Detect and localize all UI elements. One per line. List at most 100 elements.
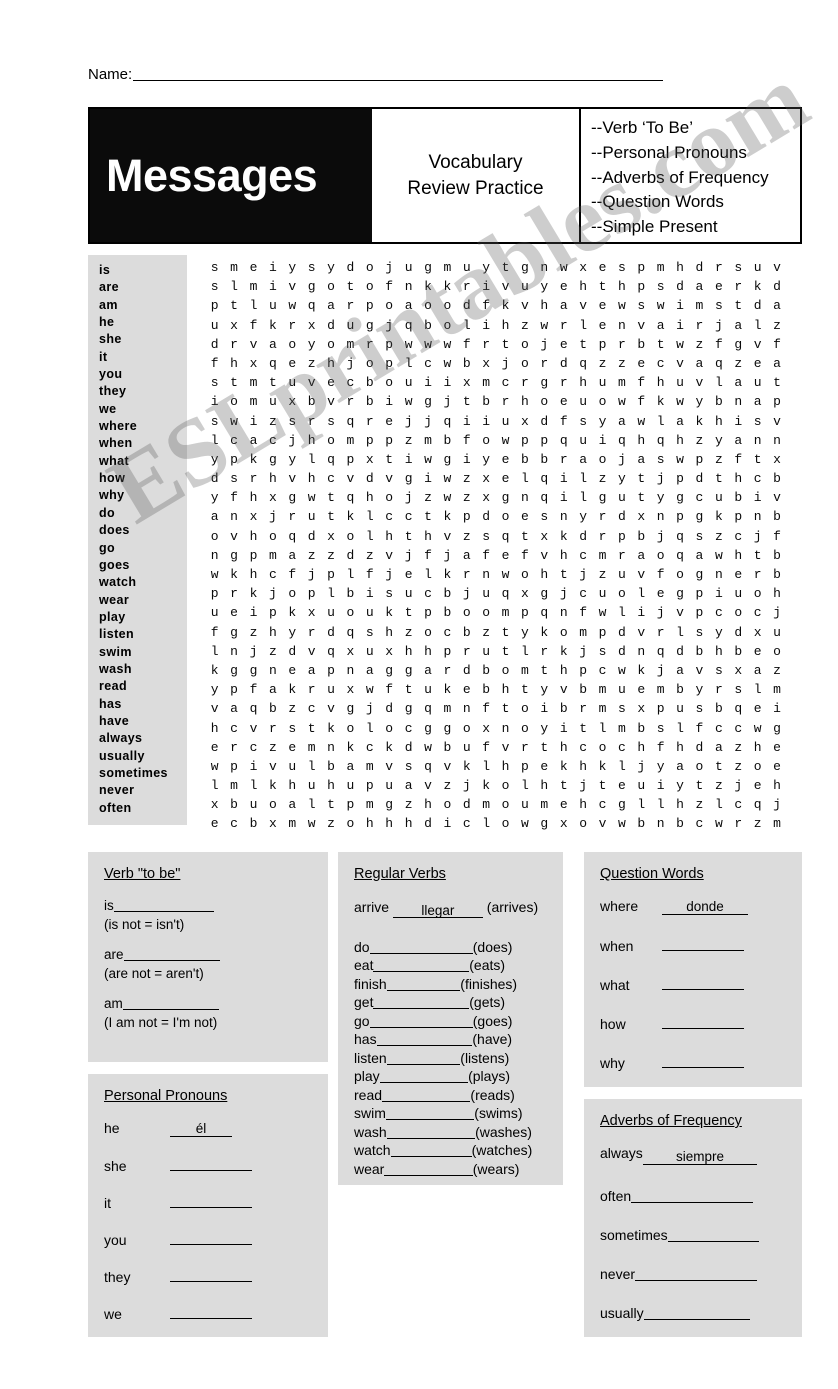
grid-letter: z — [695, 432, 704, 448]
grid-letter: j — [346, 355, 355, 371]
answer-blank[interactable] — [662, 938, 744, 951]
grid-letter: u — [268, 298, 277, 314]
grid-letter: m — [249, 279, 258, 295]
word-search-row: drvaoyomrpwwwfrtojetprbtwzfgvf — [205, 335, 805, 354]
grid-letter: s — [404, 758, 413, 774]
grid-letter: w — [424, 739, 432, 755]
personal-pronouns-entries: he él she it you they we — [104, 1120, 312, 1322]
answer-blank[interactable] — [170, 1306, 252, 1319]
personal-pronoun-row: she — [104, 1158, 312, 1174]
grid-letter: g — [424, 260, 432, 275]
answer-blank[interactable] — [113, 899, 214, 912]
grid-letter: c — [230, 432, 238, 448]
regular-verb-third-person: (swims) — [474, 1105, 523, 1122]
grid-letter: y — [656, 758, 665, 774]
answer-blank[interactable] — [385, 1107, 475, 1121]
grid-letter: b — [482, 682, 491, 698]
answer-blank[interactable] — [662, 977, 744, 990]
answer-blank[interactable] — [662, 1055, 744, 1068]
grid-letter: x — [579, 260, 588, 275]
answer-filled[interactable]: donde — [662, 899, 748, 915]
grid-letter: v — [288, 471, 297, 487]
grid-letter: n — [637, 643, 646, 659]
grid-letter: m — [521, 662, 529, 678]
answer-blank[interactable] — [369, 1015, 473, 1028]
answer-blank[interactable] — [373, 996, 470, 1010]
grid-letter: z — [327, 547, 335, 563]
grid-letter: c — [617, 739, 626, 755]
grid-letter: g — [424, 394, 432, 410]
grid-letter: p — [385, 355, 394, 371]
answer-blank[interactable] — [123, 948, 220, 962]
answer-blank[interactable] — [369, 941, 473, 954]
grid-letter: p — [521, 432, 529, 448]
grid-letter: b — [559, 701, 568, 717]
answer-blank[interactable] — [384, 1163, 473, 1176]
answer-blank[interactable] — [631, 1190, 754, 1203]
grid-letter: u — [598, 586, 607, 602]
regular-verb-row: go (goes) — [354, 1012, 547, 1030]
answer-filled[interactable]: siempre — [642, 1149, 758, 1165]
answer-blank[interactable] — [376, 1033, 473, 1047]
word-search-row: ptluwqarpoaoodfkvhavewswimstda — [205, 296, 805, 315]
answer-blank[interactable] — [170, 1232, 252, 1245]
answer-blank[interactable] — [667, 1229, 760, 1242]
grid-letter: g — [598, 490, 607, 506]
word-bank-item: sometimes — [99, 765, 168, 780]
grid-letter: j — [579, 643, 588, 659]
answer-blank[interactable] — [386, 1126, 476, 1139]
grid-letter: x — [288, 394, 297, 410]
verb-to-be-note: (is not = isn't) — [104, 916, 185, 932]
grid-letter: w — [443, 355, 452, 371]
answer-blank[interactable] — [386, 978, 461, 991]
grid-letter: f — [210, 624, 219, 640]
grid-letter: n — [462, 701, 471, 717]
answer-blank[interactable] — [662, 1016, 744, 1029]
grid-letter: f — [462, 432, 471, 448]
grid-letter: v — [559, 682, 568, 698]
grid-letter: b — [443, 586, 452, 602]
answer-blank[interactable] — [122, 997, 219, 1011]
grid-letter: p — [598, 624, 607, 640]
grid-letter: p — [443, 643, 452, 659]
answer-blank[interactable] — [635, 1268, 758, 1281]
grid-letter: s — [637, 298, 646, 314]
grid-letter: b — [462, 624, 471, 640]
answer-blank[interactable] — [386, 1052, 461, 1065]
grid-letter: t — [540, 739, 549, 755]
answer-blank[interactable] — [379, 1070, 469, 1084]
grid-letter: c — [695, 816, 704, 832]
answer-filled[interactable]: llegar — [392, 902, 483, 918]
grid-letter: t — [404, 682, 413, 698]
grid-letter: v — [443, 758, 452, 774]
grid-letter: e — [230, 605, 238, 621]
name-field[interactable]: Name: — [88, 66, 664, 83]
grid-letter: o — [346, 720, 355, 736]
answer-blank[interactable] — [390, 1144, 472, 1158]
grid-letter: u — [346, 778, 355, 794]
grid-letter: a — [676, 758, 684, 774]
name-blank-line[interactable] — [133, 68, 664, 81]
grid-letter: i — [424, 375, 432, 391]
answer-blank[interactable] — [382, 1089, 471, 1102]
grid-letter: v — [598, 816, 607, 832]
grid-letter: f — [385, 279, 394, 295]
answer-filled[interactable]: él — [170, 1121, 232, 1137]
grid-letter: w — [404, 336, 413, 352]
answer-blank[interactable] — [643, 1307, 751, 1320]
grid-letter: f — [385, 682, 394, 698]
grid-letter: b — [734, 490, 743, 506]
grid-letter: j — [773, 797, 781, 813]
answer-blank[interactable] — [170, 1158, 252, 1171]
regular-verb-word: watch — [354, 1142, 391, 1159]
word-bank-item: where — [99, 419, 138, 434]
answer-blank[interactable] — [373, 959, 470, 973]
question-word-row: how — [600, 1016, 786, 1032]
grid-letter: m — [482, 375, 491, 391]
answer-blank[interactable] — [170, 1195, 252, 1208]
grid-letter: m — [365, 758, 374, 774]
answer-blank[interactable] — [170, 1269, 252, 1282]
grid-letter: r — [230, 336, 238, 352]
grid-letter: o — [773, 643, 781, 659]
grid-letter: g — [230, 624, 238, 640]
